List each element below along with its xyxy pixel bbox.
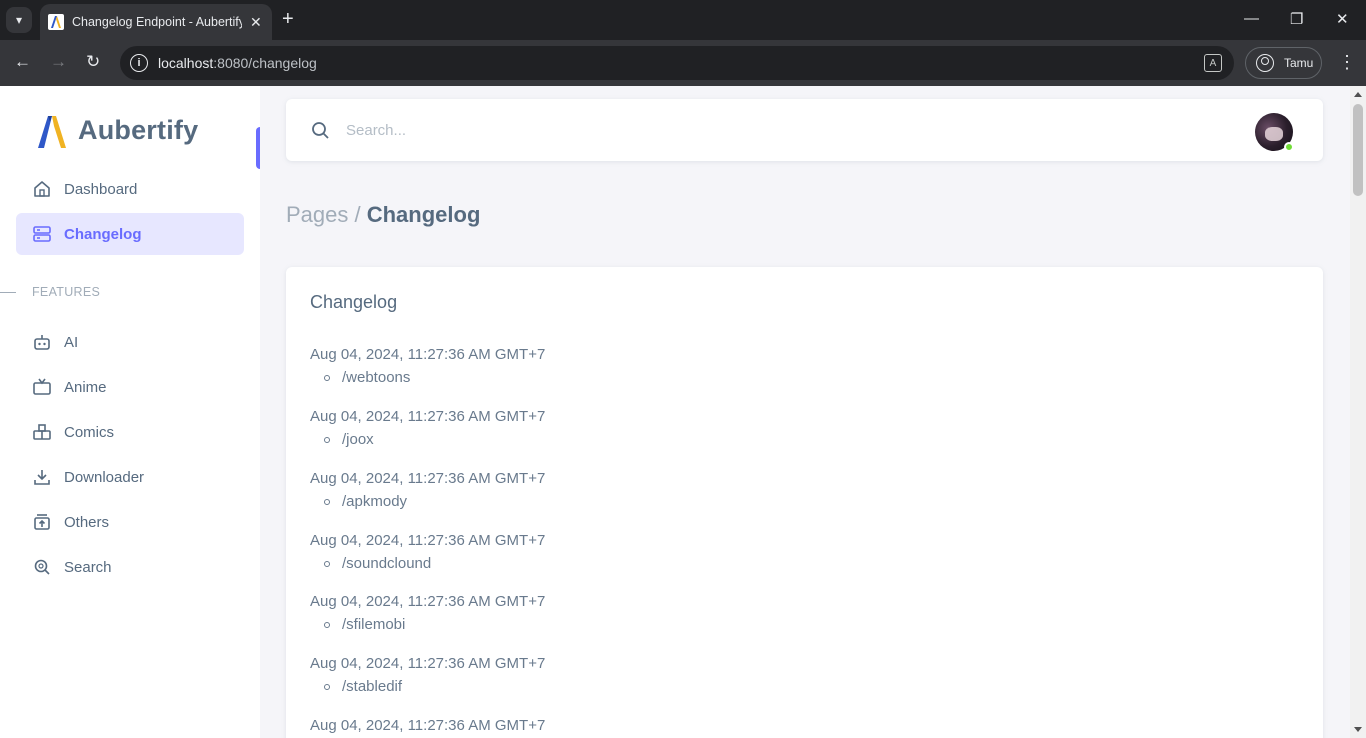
sidebar-item-ai[interactable]: AI [16,321,244,363]
breadcrumb: Pages / Changelog [286,202,480,228]
sidebar-item-changelog[interactable]: Changelog [16,213,244,255]
tab-search-button[interactable]: ▾ [6,7,32,33]
changelog-card: Changelog Aug 04, 2024, 11:27:36 AM GMT+… [286,267,1323,738]
sidebar: Aubertify Dashboard Changelog FEATURES A… [0,86,260,738]
sidebar-item-downloader[interactable]: Downloader [16,456,244,498]
sidebar-item-search[interactable]: Search [16,546,244,588]
sidebar-item-anime[interactable]: Anime [16,366,244,408]
bullet-icon [324,561,330,567]
search-icon [34,559,50,575]
section-divider [0,291,16,293]
online-status-badge [1284,142,1294,152]
sidebar-item-label: Downloader [64,468,145,486]
book-icon [33,424,51,440]
close-window-icon[interactable]: ✕ [1336,10,1349,28]
entry-date: Aug 04, 2024, 11:27:36 AM GMT+7 [310,346,546,363]
sidebar-item-label: Comics [64,423,115,441]
card-title: Changelog [310,292,398,312]
sidebar-item-label: Others [64,513,110,531]
list-item: Aug 04, 2024, 11:27:36 AM GMT+7 [310,716,545,736]
sidebar-item-dashboard[interactable]: Dashboard [16,168,244,210]
entry-date: Aug 04, 2024, 11:27:36 AM GMT+7 [310,655,546,672]
entry-path: /webtoons [310,368,545,388]
browser-tab-bar: ▾ Changelog Endpoint - Aubertify ✕ + — ❐… [0,0,1366,40]
sidebar-item-label: Dashboard [64,180,138,198]
translate-icon[interactable]: A [1204,54,1222,72]
home-icon [34,181,50,197]
download-icon [34,470,50,485]
list-item: Aug 04, 2024, 11:27:36 AM GMT+7 /soundcl… [310,531,545,574]
profile-button[interactable]: Tamu [1245,47,1322,79]
browser-toolbar: ← → ↻ i localhost:8080/changelog A Tamu … [0,40,1366,86]
search-icon [312,122,329,139]
browser-tab[interactable]: Changelog Endpoint - Aubertify ✕ [40,4,272,40]
entry-date: Aug 04, 2024, 11:27:36 AM GMT+7 [310,408,546,425]
bullet-icon [324,375,330,381]
browser-menu-icon[interactable]: ⋮ [1338,52,1356,72]
entry-date: Aug 04, 2024, 11:27:36 AM GMT+7 [310,470,546,487]
forward-icon[interactable]: → [50,52,67,72]
brand-logo-icon [38,116,66,148]
tv-icon [33,378,51,395]
entry-path: /sfilemobi [310,615,545,635]
brand[interactable]: Aubertify [36,110,198,150]
bullet-icon [324,437,330,443]
url-text[interactable]: localhost:8080/changelog [158,55,317,71]
tab-favicon-icon [48,14,64,30]
box-icon [34,514,50,530]
tab-close-icon[interactable]: ✕ [250,14,262,31]
scroll-up-icon[interactable] [1354,92,1362,97]
brand-name: Aubertify [78,114,199,145]
bullet-icon [324,499,330,505]
reload-icon[interactable]: ↻ [86,52,100,72]
profile-icon [1256,54,1274,72]
tab-title: Changelog Endpoint - Aubertify [72,15,242,29]
address-bar[interactable]: i localhost:8080/changelog A [120,46,1234,80]
profile-label: Tamu [1284,56,1314,70]
entry-date: Aug 04, 2024, 11:27:36 AM GMT+7 [310,717,546,734]
entry-path: /soundclound [310,554,545,574]
sidebar-item-comics[interactable]: Comics [16,411,244,453]
minimize-icon[interactable]: — [1244,10,1259,27]
new-tab-button[interactable]: + [282,8,294,30]
list-item: Aug 04, 2024, 11:27:36 AM GMT+7 /sfilemo… [310,592,545,635]
bullet-icon [324,684,330,690]
sidebar-item-others[interactable]: Others [16,501,244,543]
list-item: Aug 04, 2024, 11:27:36 AM GMT+7 /webtoon… [310,345,545,388]
page-title: Changelog [366,202,481,227]
entry-date: Aug 04, 2024, 11:27:36 AM GMT+7 [310,532,546,549]
sidebar-item-label: Search [64,558,112,576]
list-item: Aug 04, 2024, 11:27:36 AM GMT+7 /joox [310,407,545,450]
scroll-down-icon[interactable] [1354,727,1362,732]
entry-path: /stabledif [310,677,545,697]
sidebar-item-label: Changelog [64,225,142,243]
entry-path: /joox [310,430,545,450]
list-item: Aug 04, 2024, 11:27:36 AM GMT+7 /stabled… [310,654,545,697]
bullet-icon [324,622,330,628]
sidebar-item-label: Anime [64,378,107,396]
sidebar-item-label: AI [64,333,79,351]
list-item: Aug 04, 2024, 11:27:36 AM GMT+7 /apkmody [310,469,545,512]
section-header-features: FEATURES [0,284,260,300]
bot-icon [34,335,50,350]
avatar[interactable] [1255,113,1294,152]
back-icon[interactable]: ← [14,52,31,72]
top-navbar [286,99,1323,161]
breadcrumb-parent[interactable]: Pages / [286,202,361,227]
page-scrollbar[interactable] [1350,86,1366,738]
restore-icon[interactable]: ❐ [1290,10,1303,28]
site-info-icon[interactable]: i [130,54,148,72]
entry-path: /apkmody [310,492,545,512]
scroll-thumb[interactable] [1353,104,1363,196]
entry-date: Aug 04, 2024, 11:27:36 AM GMT+7 [310,593,546,610]
server-icon [33,226,51,242]
section-header-label: FEATURES [32,285,101,299]
search-input[interactable] [346,121,1046,139]
active-indicator [256,127,260,169]
